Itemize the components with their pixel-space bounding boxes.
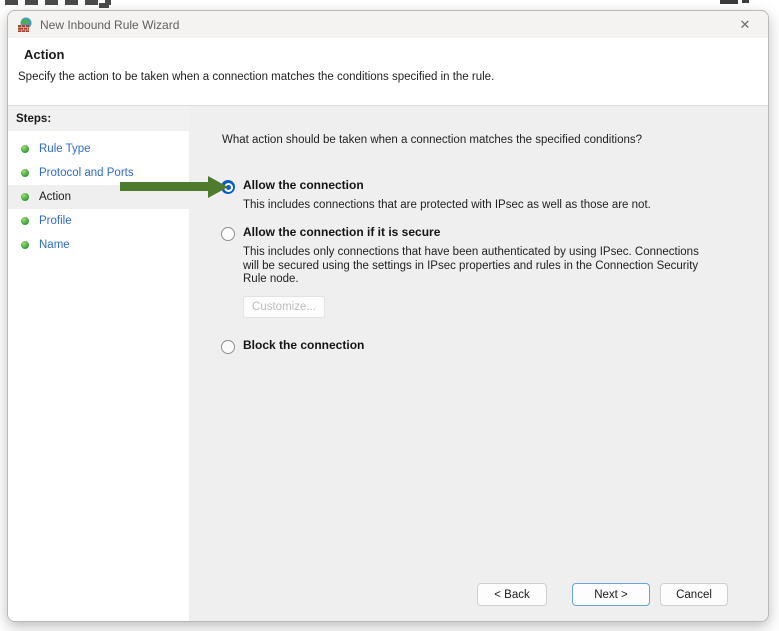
option-description-allow-if-secure: This includes only connections that have… [243,246,723,287]
sidebar-item-label: Rule Type [39,143,91,155]
step-bullet-icon [21,241,29,249]
sidebar-item-label: Name [39,239,70,251]
next-button[interactable]: Next > [572,583,650,606]
option-label-allow[interactable]: Allow the connection [243,178,364,192]
page-description: Specify the action to be taken when a co… [18,71,768,83]
option-description-allow: This includes connections that are prote… [243,199,723,213]
background-window-fragment [5,0,111,5]
radio-block-the-connection[interactable] [221,340,235,354]
background-window-fragment [742,0,749,3]
wizard-content-panel: What action should be taken when a conne… [189,106,768,621]
sidebar-item-profile[interactable]: Profile [8,209,189,233]
option-label-block[interactable]: Block the connection [243,338,364,352]
steps-sidebar-title: Steps: [8,106,189,131]
new-inbound-rule-wizard-dialog: New Inbound Rule Wizard ✕ Action Specify… [7,10,769,622]
firewall-app-icon [17,17,33,33]
step-bullet-icon [21,145,29,153]
annotation-arrow-icon [120,182,209,191]
question-text: What action should be taken when a conne… [222,134,642,146]
radio-allow-if-secure[interactable] [221,227,235,241]
step-bullet-icon [21,169,29,177]
sidebar-item-label: Profile [39,215,72,227]
wizard-button-row: < Back Next > Cancel [477,583,728,606]
cancel-button[interactable]: Cancel [660,583,728,606]
wizard-page-header: Action Specify the action to be taken wh… [8,38,768,106]
annotation-arrow-icon [208,176,228,198]
back-button[interactable]: < Back [477,583,547,606]
desktop-background: New Inbound Rule Wizard ✕ Action Specify… [0,0,779,631]
step-bullet-icon [21,193,29,201]
background-window-fragment [99,3,109,8]
sidebar-item-name[interactable]: Name [8,233,189,257]
page-title: Action [24,47,768,62]
sidebar-item-rule-type[interactable]: Rule Type [8,137,189,161]
background-window-fragment [720,0,738,4]
sidebar-item-label: Protocol and Ports [39,167,134,179]
close-icon[interactable]: ✕ [731,11,759,38]
step-bullet-icon [21,217,29,225]
option-label-allow-if-secure[interactable]: Allow the connection if it is secure [243,225,440,239]
title-bar[interactable]: New Inbound Rule Wizard ✕ [8,11,768,38]
customize-button[interactable]: Customize... [243,296,325,318]
window-title: New Inbound Rule Wizard [40,18,731,32]
sidebar-item-label: Action [39,191,71,203]
